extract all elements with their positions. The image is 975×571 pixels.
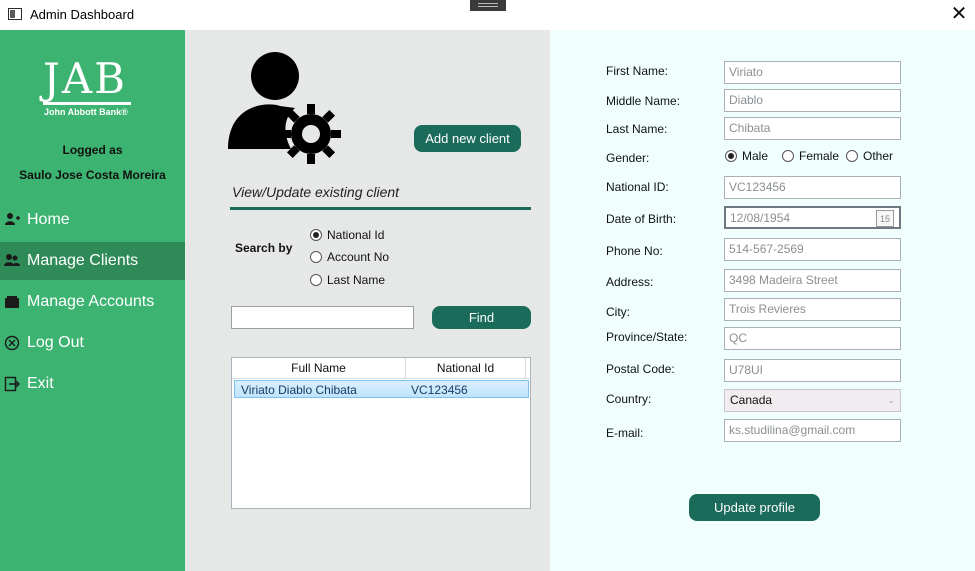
cell-national-id: VC123456 xyxy=(411,383,468,397)
exit-icon xyxy=(4,376,20,392)
find-button[interactable]: Find xyxy=(432,306,531,329)
title-bar: Admin Dashboard ✕ xyxy=(0,0,975,30)
national-id-label: National ID: xyxy=(606,180,669,194)
table-header: Full Name National Id xyxy=(232,358,530,379)
dob-picker[interactable]: 12/08/1954 15 xyxy=(724,206,901,229)
phone-label: Phone No: xyxy=(606,244,663,258)
drag-handle-icon[interactable] xyxy=(470,0,506,11)
email-label: E-mail: xyxy=(606,426,644,440)
update-profile-button[interactable]: Update profile xyxy=(689,494,820,521)
client-settings-icon xyxy=(225,46,345,166)
dob-label: Date of Birth: xyxy=(606,212,677,226)
logo-text: JAB xyxy=(43,54,128,103)
gender-label: Gender: xyxy=(606,151,650,165)
window-title: Admin Dashboard xyxy=(30,7,135,22)
app-window-icon xyxy=(8,8,22,20)
search-by-label: Search by xyxy=(235,241,293,255)
sidebar-item-log-out[interactable]: Log Out xyxy=(0,324,185,362)
sidebar-item-label: Manage Clients xyxy=(27,252,139,269)
radio-button[interactable] xyxy=(725,150,737,162)
logo-subtitle: John Abbott Bank® xyxy=(44,107,128,117)
last-name-field[interactable]: Chibata xyxy=(724,117,901,140)
sidebar-item-manage-accounts[interactable]: Manage Accounts xyxy=(0,283,185,321)
province-field[interactable]: QC xyxy=(724,327,901,350)
middle-name-label: Middle Name: xyxy=(606,94,681,108)
add-new-client-button[interactable]: Add new client xyxy=(414,125,521,152)
postal-code-label: Postal Code: xyxy=(606,362,675,376)
bank-logo: JAB John Abbott Bank® xyxy=(43,58,143,117)
radio-label: Female xyxy=(799,149,840,163)
address-field[interactable]: 3498 Madeira Street xyxy=(724,269,901,292)
calendar-icon[interactable]: 15 xyxy=(876,210,894,227)
city-field[interactable]: Trois Revieres xyxy=(724,298,901,321)
clients-table[interactable]: Full Name National Id Viriato Diablo Chi… xyxy=(231,357,531,509)
province-label: Province/State: xyxy=(606,330,688,344)
radio-label: Account No xyxy=(327,250,390,264)
logged-user-name: Saulo Jose Costa Moreira xyxy=(19,168,166,182)
first-name-field[interactable]: Viriato xyxy=(724,61,901,84)
logged-as-label: Logged as xyxy=(62,143,123,157)
national-id-field[interactable]: VC123456 xyxy=(724,176,901,199)
section-title: View/Update existing client xyxy=(232,184,400,200)
radio-label: Male xyxy=(742,149,769,163)
sidebar-item-label: Manage Accounts xyxy=(27,293,155,310)
country-value: Canada xyxy=(730,393,773,407)
radio-label: National Id xyxy=(327,228,385,242)
chevron-down-icon: ⌄ xyxy=(887,395,895,405)
cell-full-name: Viriato Diablo Chibata xyxy=(241,383,357,397)
radio-label: Last Name xyxy=(327,273,386,287)
sidebar-item-label: Exit xyxy=(27,375,54,392)
last-name-label: Last Name: xyxy=(606,122,668,136)
column-header-national-id[interactable]: National Id xyxy=(406,358,526,379)
users-icon xyxy=(4,253,20,269)
city-label: City: xyxy=(606,305,630,319)
email-field[interactable]: ks.studilina@gmail.com xyxy=(724,419,901,442)
section-divider xyxy=(230,207,531,210)
sidebar-item-label: Home xyxy=(27,211,70,228)
table-row[interactable]: Viriato Diablo Chibata VC123456 xyxy=(234,380,529,398)
sidebar-item-home[interactable]: Home xyxy=(0,201,185,239)
country-label: Country: xyxy=(606,392,652,406)
radio-button[interactable] xyxy=(310,274,322,286)
radio-label: Other xyxy=(863,149,894,163)
radio-button[interactable] xyxy=(846,150,858,162)
address-label: Address: xyxy=(606,275,654,289)
sidebar-item-label: Log Out xyxy=(27,334,84,351)
client-search-panel: Add new client View/Update existing clie… xyxy=(185,30,550,571)
country-select[interactable]: Canada ⌄ xyxy=(724,389,901,412)
column-header-full-name[interactable]: Full Name xyxy=(232,358,406,379)
first-name-label: First Name: xyxy=(606,64,669,78)
sidebar-item-manage-clients[interactable]: Manage Clients xyxy=(0,242,207,280)
user-icon xyxy=(4,212,20,228)
phone-field[interactable]: 514-567-2569 xyxy=(724,238,901,261)
sidebar-item-exit[interactable]: Exit xyxy=(0,365,185,403)
wallet-icon xyxy=(4,294,20,310)
radio-button[interactable] xyxy=(310,251,322,263)
close-icon[interactable]: ✕ xyxy=(949,4,969,25)
middle-name-field[interactable]: Diablo xyxy=(724,89,901,112)
dob-value: 12/08/1954 xyxy=(730,211,791,225)
radio-button[interactable] xyxy=(310,229,322,241)
search-input[interactable] xyxy=(231,306,414,329)
postal-code-field[interactable]: U78UI xyxy=(724,359,901,382)
radio-button[interactable] xyxy=(782,150,794,162)
circle-x-icon xyxy=(4,335,20,351)
client-profile-form: First Name: Viriato Middle Name: Diablo … xyxy=(550,30,975,571)
admin-dashboard-window: Admin Dashboard ✕ JAB John Abbott Bank® … xyxy=(0,0,975,571)
sidebar: JAB John Abbott Bank® Logged as Saulo Jo… xyxy=(0,30,207,571)
